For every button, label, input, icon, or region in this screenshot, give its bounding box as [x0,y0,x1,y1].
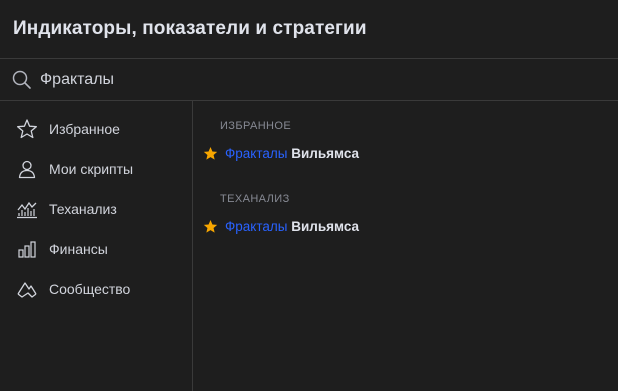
search-bar [0,59,618,101]
sidebar-item-technicals[interactable]: Теханализ [0,189,192,229]
sidebar-item-label: Сообщество [49,281,131,297]
section-header-technicals: ТЕХАНАЛИЗ [220,193,290,205]
bar-chart-icon [16,238,38,260]
sidebar-item-financials[interactable]: Финансы [0,229,192,269]
star-outline-icon [16,118,38,140]
sidebar-item-favorites[interactable]: Избранное [0,109,192,149]
results-panel: ИЗБРАННОЕ Фракталы Вильямса ТЕХАНАЛИЗ Фр… [193,101,618,391]
dialog-header: Индикаторы, показатели и стратегии [0,0,618,59]
sidebar-item-label: Мои скрипты [49,161,134,177]
technical-analysis-icon [16,198,38,220]
sidebar-item-label: Избранное [49,121,120,137]
dialog-body: Избранное Мои скрипты Теханализ Финансы … [0,101,618,391]
sidebar-item-label: Финансы [49,241,108,257]
sidebar-item-my-scripts[interactable]: Мои скрипты [0,149,192,189]
sidebar-item-community[interactable]: Сообщество [0,269,192,309]
user-icon [16,158,38,180]
indicators-dialog: Индикаторы, показатели и стратегии Избра… [0,0,618,391]
result-item[interactable]: Фракталы Вильямса [203,134,618,172]
result-rest-text: Вильямса [291,218,360,234]
result-match-text: Фракталы [225,218,288,234]
search-input[interactable] [40,70,340,89]
result-rest-text: Вильямса [291,145,360,161]
search-icon [12,70,32,90]
community-scripts-icon [16,278,38,300]
result-item[interactable]: Фракталы Вильямса [203,207,618,245]
section-header-favorites: ИЗБРАННОЕ [220,120,292,132]
star-filled-icon[interactable] [203,145,219,161]
sidebar-item-label: Теханализ [49,201,117,217]
star-filled-icon[interactable] [203,218,219,234]
sidebar: Избранное Мои скрипты Теханализ Финансы … [0,101,193,391]
dialog-title: Индикаторы, показатели и стратегии [13,18,367,39]
result-match-text: Фракталы [225,145,288,161]
